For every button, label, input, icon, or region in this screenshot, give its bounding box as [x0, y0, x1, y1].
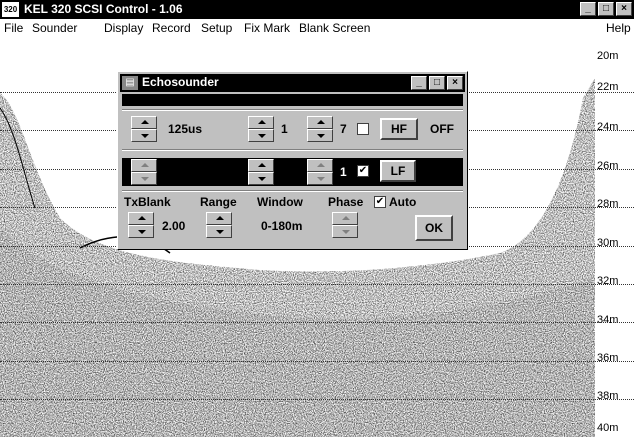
- echosounder-dialog: ▤ Echosounder _ □ × 125us 1 7 HF OFF 1 ✔…: [117, 71, 468, 250]
- stepper-down-arrow-icon[interactable]: [128, 225, 154, 238]
- depth-label: 30m: [597, 237, 619, 249]
- lf-tvg-stepper[interactable]: [307, 159, 333, 185]
- hf-tvg-stepper[interactable]: [307, 116, 333, 142]
- stepper-up-arrow-icon[interactable]: [307, 159, 333, 172]
- stepper-up-arrow-icon[interactable]: [206, 212, 232, 225]
- dialog-title: Echosounder: [142, 75, 219, 89]
- menu-fix-mark[interactable]: Fix Mark: [244, 21, 290, 35]
- hf-gain-stepper[interactable]: [248, 116, 274, 142]
- hf-tvg-value: 7: [340, 122, 347, 136]
- stepper-up-arrow-icon[interactable]: [307, 116, 333, 129]
- depth-gridline: [0, 361, 634, 362]
- stepper-down-arrow-icon[interactable]: [307, 172, 333, 185]
- depth-scale: 20m 22m 24m 26m 28m 30m 32m 34m 36m 38m …: [595, 48, 634, 437]
- menu-sounder[interactable]: Sounder: [32, 21, 77, 35]
- app-title: KEL 320 SCSI Control - 1.06: [24, 2, 183, 16]
- menu-display[interactable]: Display: [104, 21, 143, 35]
- hf-gain-value: 1: [281, 122, 288, 136]
- app-icon[interactable]: 320: [2, 2, 19, 17]
- stepper-up-arrow-icon[interactable]: [128, 212, 154, 225]
- stepper-down-arrow-icon[interactable]: [206, 225, 232, 238]
- depth-label: 28m: [597, 198, 619, 210]
- phase-stepper[interactable]: [332, 212, 358, 238]
- stepper-down-arrow-icon[interactable]: [131, 172, 157, 185]
- window-label: Window: [257, 195, 303, 209]
- divider: [122, 109, 463, 111]
- depth-label: 24m: [597, 121, 619, 133]
- dialog-minimize-button[interactable]: _: [411, 76, 427, 90]
- menu-record[interactable]: Record: [152, 21, 191, 35]
- hf-pulse-value: 125us: [168, 122, 203, 136]
- auto-checkbox[interactable]: ✔: [374, 196, 386, 208]
- depth-gridline: [0, 322, 634, 323]
- menu-help[interactable]: Help: [606, 21, 631, 35]
- lf-gain-stepper[interactable]: [248, 159, 274, 185]
- stepper-up-arrow-icon[interactable]: [248, 116, 274, 129]
- lf-pulse-stepper[interactable]: [131, 159, 157, 185]
- depth-label: 36m: [597, 352, 619, 364]
- menu-blank-screen[interactable]: Blank Screen: [299, 21, 370, 35]
- depth-label: 40m: [597, 422, 619, 434]
- close-button[interactable]: ×: [616, 2, 632, 16]
- stepper-down-arrow-icon[interactable]: [131, 129, 157, 142]
- main-title-bar[interactable]: 320 KEL 320 SCSI Control - 1.06 _ □ ×: [0, 0, 634, 19]
- pulse-length-stepper[interactable]: [131, 116, 157, 142]
- ok-button[interactable]: OK: [415, 215, 453, 241]
- lf-enable-checkbox[interactable]: ✔: [357, 165, 369, 177]
- stepper-up-arrow-icon[interactable]: [332, 212, 358, 225]
- range-label: Range: [200, 195, 237, 209]
- depth-label: 26m: [597, 160, 619, 172]
- depth-label: 20m: [597, 50, 619, 62]
- minimize-button[interactable]: _: [580, 2, 596, 16]
- depth-label: 34m: [597, 314, 619, 326]
- stepper-up-arrow-icon[interactable]: [131, 159, 157, 172]
- window-value: 0-180m: [261, 219, 303, 233]
- divider: [122, 149, 463, 151]
- depth-gridline: [0, 284, 634, 285]
- maximize-button[interactable]: □: [598, 2, 614, 16]
- hf-status-strip: [122, 94, 463, 106]
- lf-button[interactable]: LF: [380, 160, 416, 182]
- hf-button[interactable]: HF: [380, 118, 418, 140]
- dialog-maximize-button[interactable]: □: [429, 76, 445, 90]
- menu-file[interactable]: File: [4, 21, 23, 35]
- txblank-value: 2.00: [162, 219, 186, 233]
- menu-setup[interactable]: Setup: [201, 21, 232, 35]
- hf-enable-checkbox[interactable]: [357, 123, 369, 135]
- dialog-close-button[interactable]: ×: [447, 76, 463, 90]
- stepper-up-arrow-icon[interactable]: [248, 159, 274, 172]
- depth-label: 38m: [597, 390, 619, 402]
- stepper-down-arrow-icon[interactable]: [248, 129, 274, 142]
- depth-label: 32m: [597, 275, 619, 287]
- lf-tvg-value: 1: [340, 165, 347, 179]
- txblank-label: TxBlank: [124, 195, 171, 209]
- divider: [122, 190, 463, 192]
- hf-status: OFF: [430, 122, 454, 136]
- range-stepper[interactable]: [206, 212, 232, 238]
- phase-label: Phase: [328, 195, 364, 209]
- stepper-down-arrow-icon[interactable]: [332, 225, 358, 238]
- stepper-down-arrow-icon[interactable]: [248, 172, 274, 185]
- menu-bar: File Sounder Display Record Setup Fix Ma…: [0, 19, 634, 37]
- txblank-stepper[interactable]: [128, 212, 154, 238]
- dialog-title-bar[interactable]: ▤ Echosounder _ □ ×: [120, 74, 465, 92]
- stepper-up-arrow-icon[interactable]: [131, 116, 157, 129]
- depth-gridline: [0, 399, 634, 400]
- echosounder-icon[interactable]: ▤: [122, 76, 138, 90]
- stepper-down-arrow-icon[interactable]: [307, 129, 333, 142]
- auto-label: Auto: [389, 195, 417, 209]
